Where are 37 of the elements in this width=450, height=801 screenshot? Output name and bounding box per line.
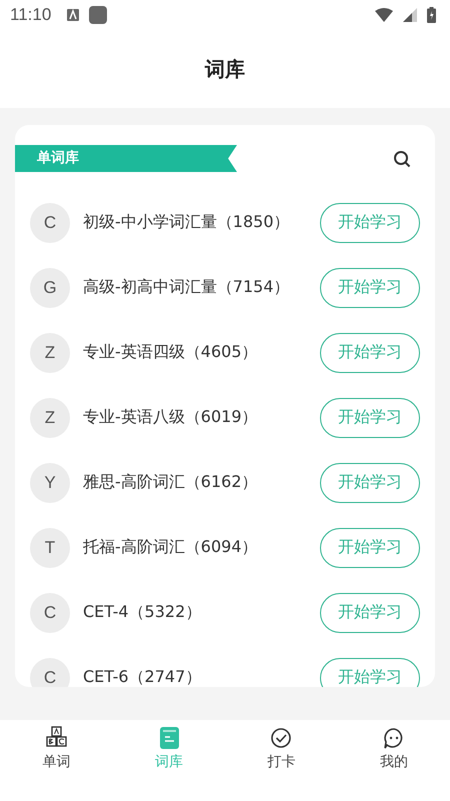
start-button[interactable]: 开始学习 [320, 592, 420, 632]
initial-avatar: C [30, 592, 70, 632]
start-button[interactable]: 开始学习 [320, 528, 420, 568]
page-title: 词库 [205, 56, 245, 82]
start-button[interactable]: 开始学习 [320, 268, 420, 308]
initial-avatar: G [30, 268, 70, 308]
initial-avatar: C [30, 658, 70, 687]
app-icon [89, 6, 108, 24]
wordbook-name: CET-4（5322） [83, 602, 202, 623]
initial-avatar: Z [30, 398, 70, 438]
search-icon[interactable] [393, 150, 411, 168]
start-button[interactable]: 开始学习 [320, 202, 420, 242]
initial-avatar: C [30, 202, 70, 242]
initial-avatar: Y [30, 462, 70, 502]
start-button[interactable]: 开始学习 [320, 398, 420, 438]
nav-tab[interactable]: 打卡 [225, 726, 338, 801]
nav-tab[interactable]: 词库 [112, 726, 225, 801]
wordbook-name: 托福-高阶词汇（6094） [83, 537, 258, 558]
initial-avatar: T [30, 528, 70, 568]
wordbook-name: 雅思-高阶词汇（6162） [83, 472, 258, 493]
section-ribbon: 单词库 [15, 145, 237, 172]
start-button[interactable]: 开始学习 [320, 658, 420, 687]
wordbook-name: 专业-英语四级（4605） [83, 342, 258, 363]
status-time: 11:10 [10, 5, 52, 25]
start-button[interactable]: 开始学习 [320, 462, 420, 502]
wordbook-name: CET-6（2747） [83, 667, 202, 687]
wordbook-name: 专业-英语八级（6019） [83, 407, 258, 428]
battery-icon [427, 7, 436, 23]
start-button[interactable]: 开始学习 [320, 332, 420, 372]
signal-icon [403, 8, 417, 22]
checkmark-icon [269, 726, 294, 750]
nav-tab[interactable]: 我的 [338, 726, 450, 801]
wordbook-name: 初级-中小学词汇量（1850） [83, 212, 290, 233]
initial-avatar: Z [30, 332, 70, 372]
wordbook-name: 高级-初高中词汇量（7154） [83, 277, 290, 298]
nav-tab[interactable]: 单词 [0, 726, 112, 801]
wifi-icon [375, 8, 393, 22]
